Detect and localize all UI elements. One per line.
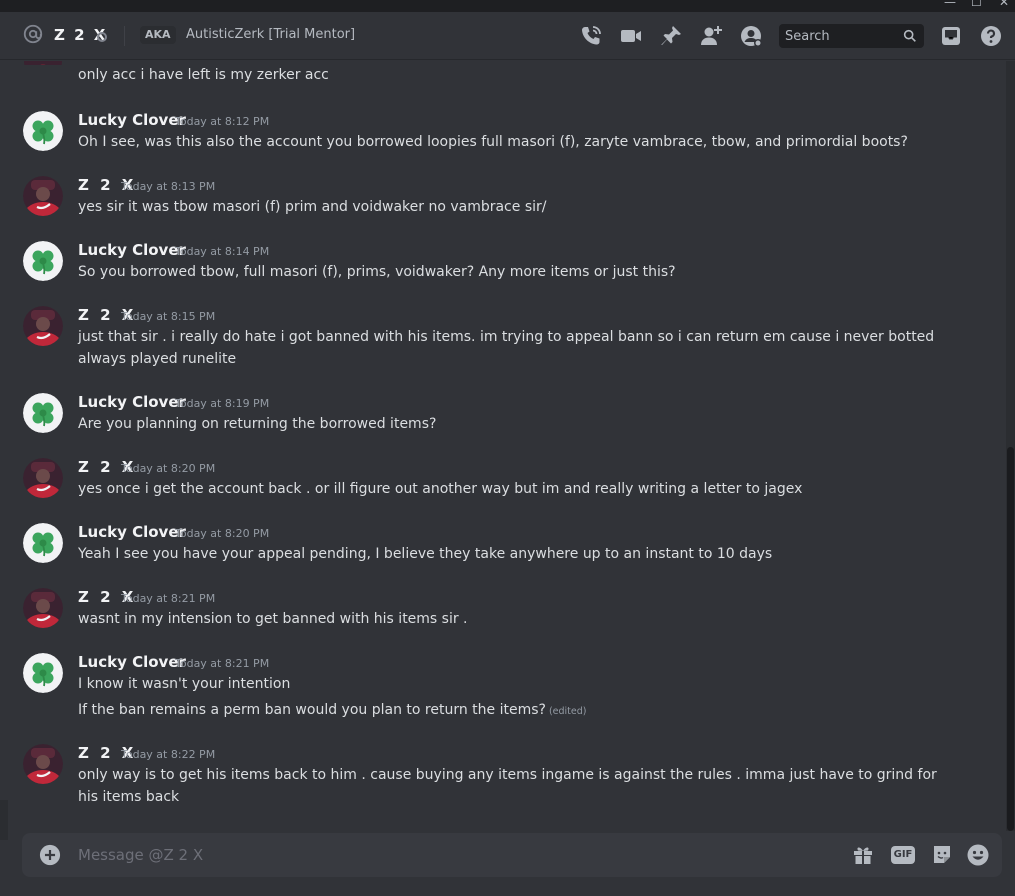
avatar-lucky-clover[interactable]	[23, 111, 63, 151]
message-composer: GIF	[22, 833, 1002, 877]
add-attachment-icon[interactable]	[39, 844, 61, 866]
search-box[interactable]	[779, 24, 924, 48]
message-timestamp: Today at 8:22 PM	[121, 748, 216, 761]
avatar-z2x[interactable]	[23, 306, 63, 346]
message-text: wasnt in my intension to get banned with…	[78, 611, 468, 627]
message-author[interactable]: Lucky Clover	[78, 653, 186, 671]
message-text: only way is to get his items back to him…	[78, 767, 937, 805]
message-text: Are you planning on returning the borrow…	[78, 416, 437, 432]
avatar-z2x[interactable]	[23, 176, 63, 216]
message-text: only acc i have left is my zerker acc	[78, 67, 329, 83]
scrollbar-thumb[interactable]	[1007, 447, 1014, 831]
channel-header: Z 2 X AKA AutisticZerk [Trial Mentor]	[0, 12, 1015, 60]
avatar-lucky-clover[interactable]	[23, 523, 63, 563]
maximize-button[interactable]: ☐	[971, 0, 982, 8]
message-author[interactable]: Lucky Clover	[78, 111, 186, 129]
message-timestamp: Today at 8:13 PM	[121, 180, 216, 193]
message-text-edited: If the ban remains a perm ban would you …	[78, 699, 958, 723]
message-author[interactable]: Lucky Clover	[78, 393, 186, 411]
message-text: yes once i get the account back . or ill…	[78, 481, 803, 497]
scrollbar[interactable]	[1006, 61, 1015, 831]
avatar-lucky-clover[interactable]	[23, 653, 63, 693]
video-icon[interactable]	[619, 24, 643, 48]
aka-badge: AKA	[140, 26, 176, 44]
call-icon[interactable]	[579, 24, 603, 48]
message-text: yes sir it was tbow masori (f) prim and …	[78, 199, 547, 215]
message-timestamp: Today at 8:12 PM	[175, 115, 270, 128]
avatar-z2x[interactable]	[23, 588, 63, 628]
message-text: So you borrowed tbow, full masori (f), p…	[78, 264, 676, 280]
emoji-icon[interactable]	[966, 843, 990, 867]
header-divider	[124, 26, 125, 46]
message-text: Oh I see, was this also the account you …	[78, 134, 908, 150]
message-text: Yeah I see you have your appeal pending,…	[78, 546, 773, 562]
message-timestamp: Today at 8:20 PM	[121, 462, 216, 475]
message-list[interactable]: only acc i have left is my zerker acc Lu…	[0, 61, 1006, 831]
avatar-z2x[interactable]	[23, 744, 63, 784]
gift-icon[interactable]	[851, 843, 875, 867]
message-timestamp: Today at 8:21 PM	[121, 592, 216, 605]
offline-status-icon	[97, 32, 107, 42]
message-text: just that sir . i really do hate i got b…	[78, 329, 935, 367]
search-input[interactable]	[779, 24, 911, 48]
avatar-z2x[interactable]	[23, 458, 63, 498]
help-icon[interactable]	[979, 24, 1003, 48]
message-text: If the ban remains a perm ban would you …	[78, 702, 546, 718]
message-timestamp: Today at 8:14 PM	[175, 245, 270, 258]
message-timestamp: Today at 8:20 PM	[175, 527, 270, 540]
message-timestamp: Today at 8:21 PM	[175, 657, 270, 670]
at-sign-icon	[23, 24, 43, 44]
left-edge-panel	[0, 800, 8, 840]
aka-name: AutisticZerk [Trial Mentor]	[186, 27, 356, 42]
sticker-icon[interactable]	[930, 843, 954, 867]
user-profile-icon[interactable]	[739, 24, 763, 48]
edited-label: (edited)	[548, 706, 587, 717]
message-timestamp: Today at 8:15 PM	[121, 310, 216, 323]
add-friend-icon[interactable]	[699, 24, 723, 48]
avatar-lucky-clover[interactable]	[23, 393, 63, 433]
message-timestamp: Today at 8:19 PM	[175, 397, 270, 410]
search-icon	[903, 29, 916, 42]
avatar	[24, 61, 62, 65]
message-input[interactable]	[72, 833, 844, 877]
close-window-button[interactable]: ✕	[999, 0, 1009, 8]
message-author[interactable]: Lucky Clover	[78, 523, 186, 541]
inbox-icon[interactable]	[939, 24, 963, 48]
avatar-lucky-clover[interactable]	[23, 241, 63, 281]
gif-icon[interactable]: GIF	[891, 846, 915, 864]
message-author[interactable]: Lucky Clover	[78, 241, 186, 259]
message-text: I know it wasn't your intention	[78, 676, 291, 692]
pin-icon[interactable]	[659, 24, 683, 48]
window-titlebar: — ☐ ✕	[0, 0, 1015, 12]
minimize-button[interactable]: —	[944, 0, 956, 8]
